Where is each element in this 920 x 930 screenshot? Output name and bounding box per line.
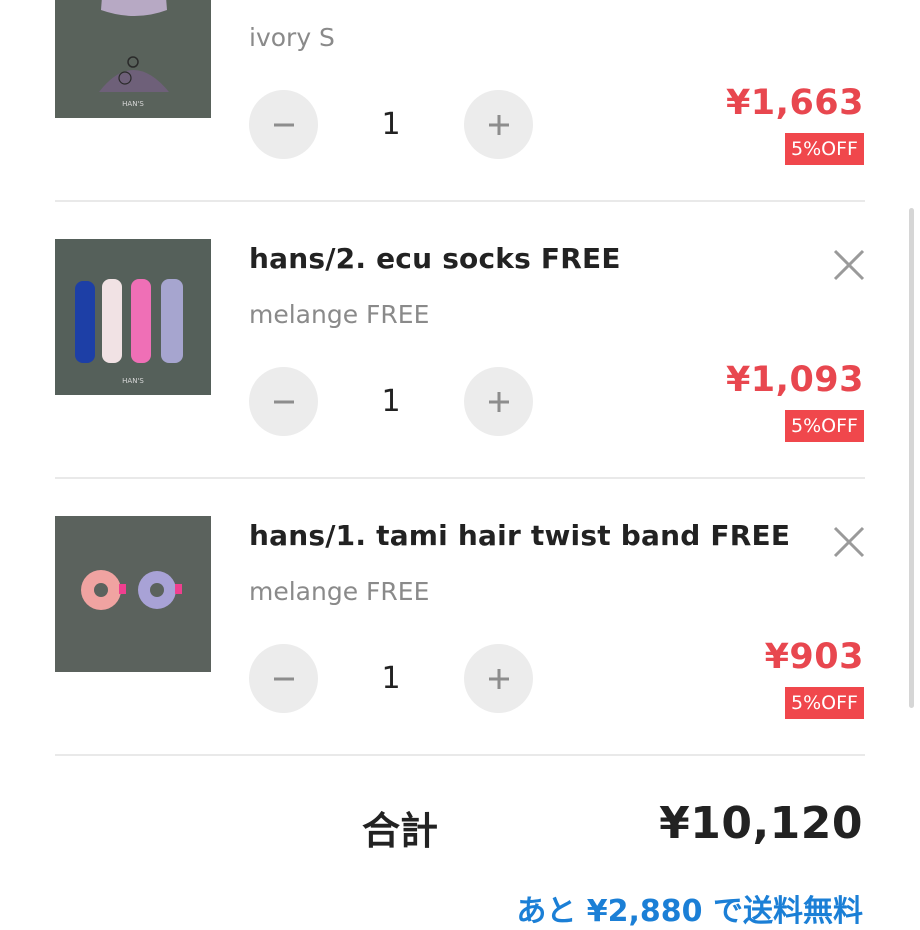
close-icon — [833, 249, 865, 281]
free-shipping-note: あと ¥2,880 で送料無料 — [516, 894, 863, 929]
close-icon — [833, 526, 865, 558]
cart-item: hans/1. tami hair twist band FREE melang… — [55, 479, 865, 756]
discount-badge: 5%OFF — [785, 133, 864, 165]
item-variant: ivory S — [249, 23, 335, 52]
svg-text:HAN'S: HAN'S — [122, 100, 144, 108]
decrease-quantity-button[interactable] — [249, 90, 318, 159]
remove-item-button[interactable] — [829, 522, 869, 562]
quantity-value: 1 — [381, 661, 401, 696]
scrunchies-photo-icon — [55, 516, 211, 672]
discount-badge: 5%OFF — [785, 687, 864, 719]
quantity-value: 1 — [381, 384, 401, 419]
product-image-socks[interactable]: HAN'S — [55, 239, 211, 395]
item-variant: melange FREE — [249, 300, 430, 329]
discount-badge: 5%OFF — [785, 410, 864, 442]
increase-quantity-button[interactable] — [464, 367, 533, 436]
decrease-quantity-button[interactable] — [249, 644, 318, 713]
total-value: ¥10,120 — [659, 798, 863, 849]
plus-icon — [488, 668, 509, 689]
item-price: ¥1,093 — [725, 360, 864, 400]
scrollbar[interactable] — [909, 208, 914, 708]
plus-icon — [488, 391, 509, 412]
item-price: ¥903 — [764, 637, 864, 677]
decrease-quantity-button[interactable] — [249, 367, 318, 436]
cart-item: HAN'S hans/2. ecu socks FREE melange FRE… — [55, 202, 865, 479]
knit-hats-photo-icon: HAN'S — [55, 0, 211, 118]
remove-item-button[interactable] — [829, 245, 869, 285]
cart-item: HAN'S ivory S 1 ¥1,663 5%OFF — [55, 0, 865, 202]
minus-icon — [273, 400, 294, 403]
plus-icon — [488, 114, 509, 135]
product-image-knit-hats[interactable]: HAN'S — [55, 0, 211, 118]
item-price: ¥1,663 — [725, 83, 864, 123]
item-title[interactable]: hans/1. tami hair twist band FREE — [249, 519, 790, 552]
product-image-scrunchies[interactable] — [55, 516, 211, 672]
total-label: 合計 — [362, 809, 439, 853]
quantity-value: 1 — [381, 107, 401, 142]
svg-text:HAN'S: HAN'S — [122, 377, 144, 385]
item-variant: melange FREE — [249, 577, 430, 606]
socks-photo-icon: HAN'S — [55, 239, 211, 395]
item-title[interactable]: hans/2. ecu socks FREE — [249, 242, 621, 275]
minus-icon — [273, 677, 294, 680]
increase-quantity-button[interactable] — [464, 90, 533, 159]
minus-icon — [273, 123, 294, 126]
increase-quantity-button[interactable] — [464, 644, 533, 713]
